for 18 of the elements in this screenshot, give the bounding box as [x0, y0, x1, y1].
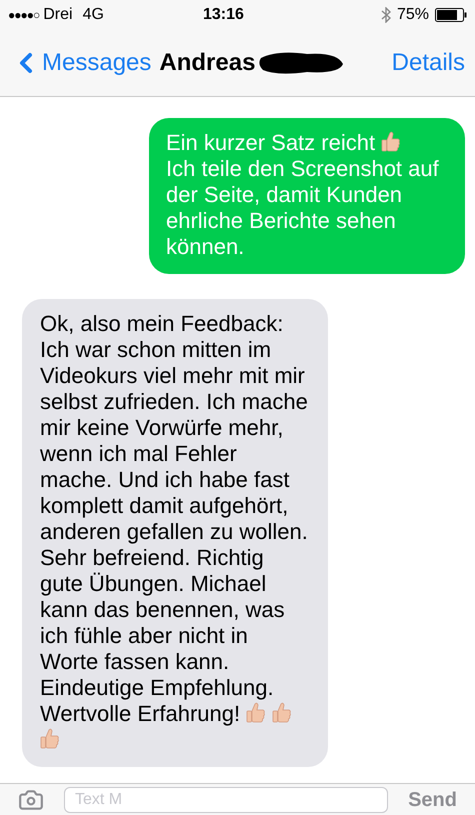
bluetooth-icon [380, 7, 391, 23]
contact-name: Andreas [159, 48, 256, 78]
message-text: Ok, also mein Feedback: Ich war schon mitten im Videokurs viel mehr mit mir selbst zufrieden. Ich mache mir keine Vorwürfe mehr, wenn ich mal Fehler mache. Und ich habe fast komplett damit aufgehört, anderen gefallen zu wollen. Sehr befreiend. Richtig gute Übungen. Michael kann das benennen, was ich fühle aber nicht in Worte fassen kann. Eindeutige Empfehlung. Wertvolle Erfahrung! [40, 311, 310, 753]
clock-time: 13:16 [202, 5, 244, 25]
network-type: 4G [82, 5, 104, 25]
signal-strength: ●●●●○ [8, 7, 40, 24]
battery-percent: 75% [396, 5, 429, 25]
send-button[interactable]: Send [408, 784, 457, 814]
thumbs-up-icon [381, 131, 402, 153]
message-text: Ein kurzer Satz reicht Ich teile den Screenshot auf der Seite, damit Kunden ehrliche Berichte sehen können. [166, 130, 440, 260]
carrier-name: Drei [43, 5, 73, 25]
message-input[interactable]: Text M [64, 786, 388, 812]
thumbs-up-icon [40, 728, 60, 750]
details-button[interactable]: Details [392, 45, 465, 81]
thumbs-up-icon [272, 702, 292, 724]
thumbs-up-icon [246, 702, 266, 724]
battery-icon [435, 8, 467, 22]
back-button[interactable]: Messages [10, 45, 152, 81]
